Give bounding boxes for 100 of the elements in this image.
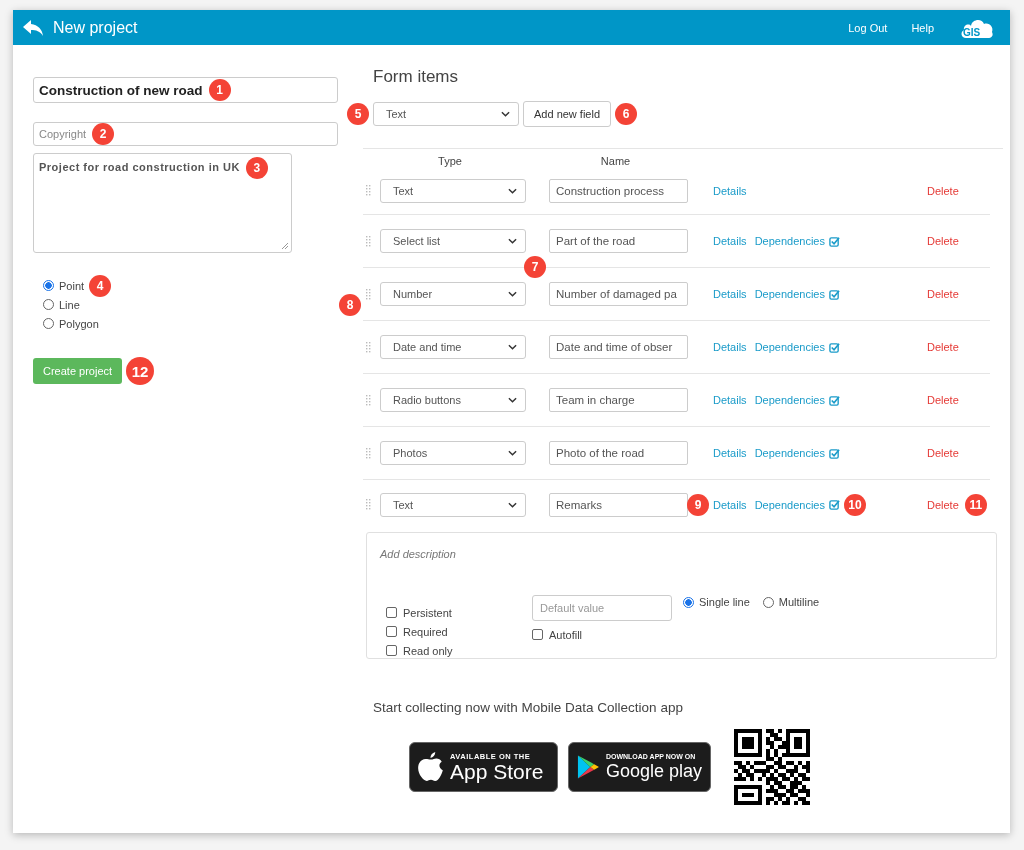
- radio-label: Single line: [699, 596, 750, 608]
- details-link[interactable]: Details: [713, 288, 747, 300]
- field-name-input[interactable]: Number of damaged pa: [549, 282, 688, 306]
- details-link[interactable]: Details: [713, 184, 747, 197]
- drag-handle-icon[interactable]: [366, 288, 371, 300]
- type-dropdown[interactable]: Text: [373, 102, 519, 126]
- callout-badge: 7: [524, 256, 546, 278]
- apple-icon: [418, 752, 444, 782]
- type-dropdown[interactable]: Photos: [380, 441, 526, 465]
- project-name-field[interactable]: Construction of new road 1: [33, 77, 338, 103]
- drag-handle-icon[interactable]: [366, 341, 371, 353]
- column-header: Type: [437, 155, 463, 167]
- chevron-down-icon: [508, 501, 517, 508]
- callout-badge: 10: [843, 493, 866, 516]
- promo-text: Start collecting now with Mobile Data Collection app: [373, 700, 684, 715]
- checkbox-label: Autofill: [549, 628, 583, 641]
- description-field[interactable]: Project for road construction in UK 3: [33, 153, 292, 253]
- field-name-input[interactable]: Construction process: [549, 178, 688, 203]
- delete-link[interactable]: Delete: [927, 184, 959, 197]
- drag-handle-icon[interactable]: [366, 185, 371, 196]
- details-link[interactable]: Details: [713, 341, 747, 353]
- copyright-field[interactable]: Copyright 2: [33, 122, 338, 146]
- checked-box-icon[interactable]: [828, 447, 840, 459]
- add-field-button[interactable]: Add new field: [523, 101, 612, 127]
- radio-button[interactable]: [762, 596, 774, 608]
- checked-box-icon[interactable]: [828, 288, 840, 300]
- radio-label: Multiline: [778, 596, 820, 608]
- chevron-down-icon: [501, 111, 510, 117]
- type-dropdown[interactable]: Date and time: [380, 335, 526, 359]
- delete-link[interactable]: Delete: [927, 235, 959, 247]
- description-input[interactable]: Add description: [380, 548, 456, 560]
- page-title: New project: [53, 18, 138, 37]
- checked-box-icon[interactable]: [828, 235, 840, 247]
- radio-button[interactable]: [43, 318, 54, 329]
- checked-box-icon[interactable]: [828, 341, 840, 353]
- delete-link[interactable]: Delete: [927, 341, 959, 353]
- callout-badge: 11: [964, 493, 987, 516]
- delete-link[interactable]: Delete: [927, 498, 959, 511]
- drag-handle-icon[interactable]: [366, 235, 371, 247]
- callout-badge: 12: [126, 357, 155, 385]
- type-dropdown[interactable]: Number: [380, 282, 526, 306]
- checked-box-icon[interactable]: [828, 394, 840, 406]
- delete-link[interactable]: Delete: [927, 447, 959, 459]
- callout-badge: 9: [687, 493, 709, 516]
- dependencies-link[interactable]: Dependencies: [754, 288, 825, 300]
- drag-handle-icon[interactable]: [366, 394, 371, 406]
- checkbox[interactable]: [386, 626, 397, 637]
- checkbox[interactable]: [386, 607, 397, 618]
- chevron-down-icon: [508, 291, 517, 297]
- callout-badge: 1: [208, 79, 231, 101]
- callout-badge: 2: [92, 123, 115, 145]
- field-name-input[interactable]: Remarks: [549, 492, 688, 517]
- type-dropdown[interactable]: Select list: [380, 229, 526, 253]
- callout-badge: 8: [339, 294, 361, 316]
- checkbox[interactable]: [386, 645, 397, 656]
- field-name-input[interactable]: Team in charge: [549, 388, 688, 412]
- field-name-input[interactable]: Photo of the road: [549, 441, 688, 465]
- callout-badge: 6: [615, 103, 638, 125]
- details-link[interactable]: Details: [713, 447, 747, 459]
- delete-link[interactable]: Delete: [927, 394, 959, 406]
- dependencies-link[interactable]: Dependencies: [754, 447, 825, 459]
- details-link[interactable]: Details: [713, 498, 747, 511]
- drag-handle-icon[interactable]: [366, 447, 371, 459]
- section-title: Form items: [373, 67, 459, 87]
- type-dropdown[interactable]: Text: [380, 178, 526, 203]
- chevron-down-icon: [508, 397, 517, 403]
- field-name-input[interactable]: Date and time of obser: [549, 335, 688, 359]
- back-arrow-icon[interactable]: [23, 19, 43, 36]
- radio-label: Point: [59, 279, 85, 292]
- checkbox-label: Read only: [403, 644, 453, 657]
- dependencies-link[interactable]: Dependencies: [754, 341, 825, 353]
- chevron-down-icon: [508, 344, 517, 350]
- radio-label: Polygon: [59, 317, 99, 330]
- radio-button[interactable]: [43, 299, 54, 310]
- callout-badge: 3: [245, 157, 268, 179]
- chevron-down-icon: [508, 238, 517, 244]
- type-dropdown[interactable]: Radio buttons: [380, 388, 526, 412]
- callout-badge: 4: [89, 274, 112, 297]
- radio-button[interactable]: [43, 280, 54, 291]
- checkbox-label: Persistent: [403, 606, 452, 619]
- dependencies-link[interactable]: Dependencies: [754, 394, 825, 406]
- checkbox[interactable]: [532, 629, 543, 640]
- column-header: Name: [599, 155, 632, 167]
- default-value-input[interactable]: Default value: [532, 595, 672, 621]
- details-link[interactable]: Details: [713, 394, 747, 406]
- create-project-button[interactable]: Create project: [33, 358, 123, 384]
- field-name-input[interactable]: Part of the road: [549, 229, 688, 253]
- checked-box-icon[interactable]: [828, 499, 840, 510]
- header-link[interactable]: Help: [911, 21, 934, 34]
- delete-link[interactable]: Delete: [927, 288, 959, 300]
- dependencies-link[interactable]: Dependencies: [754, 498, 825, 511]
- radio-button[interactable]: [683, 596, 694, 608]
- resize-handle-icon[interactable]: [281, 242, 289, 250]
- header-link[interactable]: Log Out: [848, 21, 888, 34]
- details-link[interactable]: Details: [713, 235, 747, 247]
- radio-label: Line: [59, 298, 80, 311]
- type-dropdown[interactable]: Text: [380, 492, 526, 517]
- chevron-down-icon: [508, 450, 517, 456]
- dependencies-link[interactable]: Dependencies: [754, 235, 825, 247]
- drag-handle-icon[interactable]: [366, 499, 371, 510]
